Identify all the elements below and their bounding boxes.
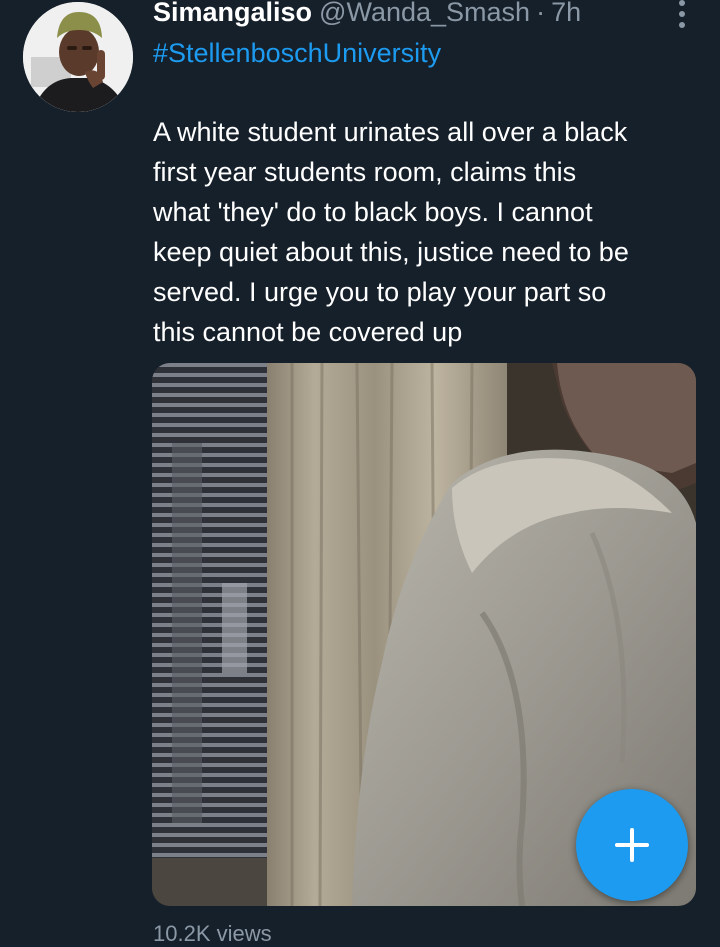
author-handle[interactable]: @Wanda_Smash [319,0,530,30]
tweet-text: A white student urinates all over a blac… [153,112,708,352]
hashtag-link[interactable]: #StellenboschUniversity [153,35,441,71]
avatar-photo [23,2,133,112]
tweet-timestamp[interactable]: 7h [551,0,581,30]
tweet-text-line: keep quiet about this, justice need to b… [153,237,629,267]
more-dot [679,22,685,28]
author-avatar[interactable] [23,2,133,112]
compose-tweet-button[interactable] [576,789,688,901]
more-vertical-icon[interactable] [670,0,694,28]
tweet-text-line: first year students room, claims this [153,157,577,187]
tweet-text-line: served. I urge you to play your part so [153,277,607,307]
tweet-text-line: this cannot be covered up [153,317,463,347]
view-count: 10.2K views [153,921,272,946]
tweet-text-line: A white student urinates all over a blac… [153,117,628,147]
tweet-header: Simangaliso @Wanda_Smash · 7h [153,0,581,30]
more-dot [679,11,685,17]
author-name[interactable]: Simangaliso [153,0,312,30]
more-dot [679,0,685,6]
separator-dot: · [536,0,546,27]
tweet-text-line: what 'they' do to black boys. I cannot [153,197,593,227]
